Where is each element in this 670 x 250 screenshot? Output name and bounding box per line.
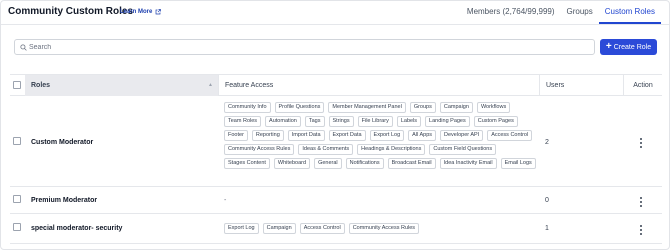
feature-chip: Notifications	[345, 158, 384, 169]
row-checkbox[interactable]	[13, 223, 21, 231]
feature-chip: Community Access Rules	[224, 144, 295, 155]
feature-chip: Ideas & Comments	[298, 144, 354, 155]
feature-chip: Member Management Panel	[328, 102, 406, 113]
table-row: special moderator- security Export Log Ca…	[10, 214, 662, 244]
column-header-action: Action	[623, 75, 662, 96]
tab-members[interactable]: Members (2,764/99,999)	[461, 1, 561, 24]
table-row: Premium Moderator - 0	[10, 187, 662, 214]
feature-chip: Workflows	[476, 102, 511, 113]
custom-roles-panel: Community Custom Roles Learn More Member…	[0, 0, 670, 250]
table-header: Roles ▲ Feature Access Users Action	[10, 74, 662, 96]
column-header-feature-access: Feature Access	[218, 75, 539, 96]
feature-chip: Tags	[304, 116, 325, 127]
learn-more-link[interactable]: Learn More	[120, 9, 162, 15]
feature-chip: Landing Pages	[425, 116, 470, 127]
role-name: Premium Moderator	[31, 197, 98, 204]
feature-chip: Idea Inactivity Email	[439, 158, 497, 169]
roles-table: Roles ▲ Feature Access Users Action Cust…	[10, 74, 662, 247]
feature-chip: Profile Questions	[274, 102, 325, 113]
feature-chip: Labels	[396, 116, 422, 127]
sort-arrow-icon[interactable]: ▲	[208, 75, 213, 96]
feature-chip: Whiteboard	[273, 158, 311, 169]
more-actions-icon[interactable]	[639, 197, 643, 207]
feature-chip: Export Data	[328, 130, 366, 141]
feature-chip: File Library	[357, 116, 393, 127]
role-name: special moderator- security	[31, 225, 123, 232]
feature-chip: Team Roles	[224, 116, 262, 127]
feature-access-list: Export Log Campaign Access Control Communit…	[224, 223, 540, 234]
more-actions-icon[interactable]	[639, 225, 643, 235]
feature-chip: Groups	[409, 102, 436, 113]
feature-chip: Access Control	[487, 130, 533, 141]
search-field[interactable]	[14, 39, 595, 55]
column-header-roles[interactable]: Roles ▲	[25, 75, 218, 96]
feature-chip: Developer API	[440, 130, 484, 141]
create-role-label: Create Role	[613, 43, 652, 51]
user-count: 0	[545, 197, 549, 204]
feature-chip: Reporting	[251, 130, 284, 141]
page-title: Community Custom Roles	[8, 6, 134, 17]
tab-custom-roles[interactable]: Custom Roles	[598, 1, 661, 24]
feature-chip: All Apps	[408, 130, 437, 141]
feature-access-list: Community Info Profile Questions Member Ma…	[224, 102, 540, 169]
search-icon	[20, 44, 27, 51]
feature-chip: Export Log	[224, 223, 259, 234]
search-input[interactable]	[29, 41, 589, 53]
role-name: Custom Moderator	[31, 139, 94, 146]
learn-more-label: Learn More	[120, 9, 153, 15]
feature-chip: Footer	[224, 130, 248, 141]
column-header-users: Users	[539, 75, 623, 96]
row-checkbox[interactable]	[13, 137, 21, 145]
select-all-checkbox[interactable]	[13, 81, 21, 89]
create-role-button[interactable]: + Create Role	[600, 39, 657, 55]
feature-chip: Community Info	[224, 102, 271, 113]
feature-chip: Import Data	[287, 130, 325, 141]
external-link-icon	[155, 9, 162, 15]
feature-chip: Access Control	[299, 223, 345, 234]
tab-groups[interactable]: Groups	[561, 1, 599, 24]
feature-chip: Strings	[328, 116, 354, 127]
plus-icon: +	[605, 41, 612, 52]
feature-chip: Headings & Descriptions	[357, 144, 426, 155]
feature-chip: Custom Field Questions	[429, 144, 497, 155]
more-actions-icon[interactable]	[639, 138, 643, 148]
feature-chip: Email Logs	[500, 158, 536, 169]
row-checkbox[interactable]	[13, 195, 21, 203]
feature-chip: Community Access Rules	[348, 223, 420, 234]
feature-access-empty: -	[224, 197, 227, 204]
feature-chip: Broadcast Email	[387, 158, 436, 169]
feature-chip: Custom Pages	[473, 116, 518, 127]
tab-bar: Members (2,764/99,999) Groups Custom Rol…	[461, 1, 661, 24]
feature-chip: General	[314, 158, 342, 169]
feature-chip: Campaign	[262, 223, 296, 234]
feature-chip: Automation	[265, 116, 301, 127]
feature-chip: Export Log	[369, 130, 405, 141]
user-count: 2	[545, 139, 549, 146]
page-header: Community Custom Roles Learn More Member…	[1, 1, 669, 25]
column-label-roles: Roles	[31, 82, 51, 89]
feature-chip: Stages Content	[224, 158, 270, 169]
table-row: Custom Moderator Community Info Profile Q…	[10, 96, 662, 187]
feature-chip: Campaign	[439, 102, 473, 113]
user-count: 1	[545, 225, 549, 232]
